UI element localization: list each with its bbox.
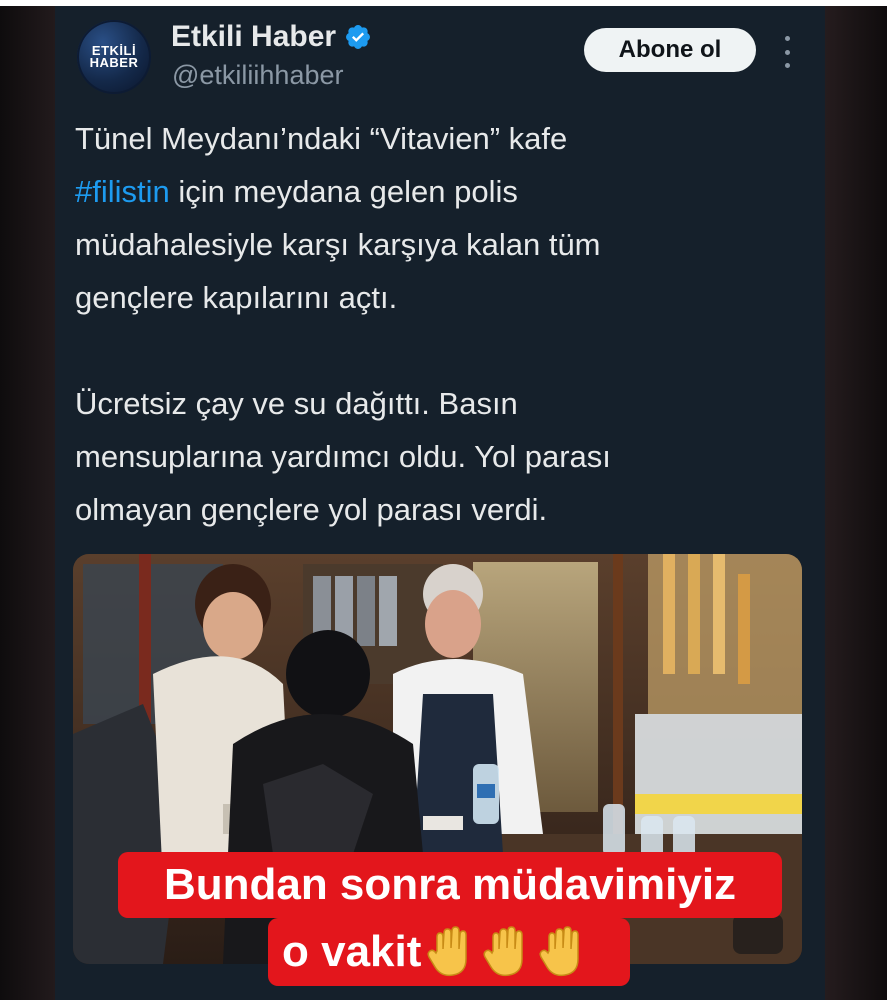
avatar[interactable]: ETKİLİ HABER [77,20,151,94]
tweet-paragraph-1: Tünel Meydanı’ndaki “Vitavien” kafe #fil… [75,112,805,324]
caption-line-2-text: o vakit [282,927,422,976]
caption-line-1: Bundan sonra müdavimiyiz [118,852,782,918]
text-line: için meydana gelen polis [169,174,518,209]
text-line: gençlere kapılarını açtı. [75,280,398,315]
raised-hand-icon [483,926,524,977]
text-line: Ücretsiz çay ve su dağıttı. Basın [75,386,518,421]
avatar-logo-text-2: HABER [89,55,139,70]
tweet-paragraph-2: Ücretsiz çay ve su dağıttı. Basın mensup… [75,377,805,536]
left-backdrop [0,6,55,1000]
text-line: Tünel Meydanı’ndaki “Vitavien” kafe [75,121,568,156]
caption-line-2: o vakit [268,918,630,986]
user-handle[interactable]: @etkiliihhaber [172,60,344,91]
follow-button[interactable]: Abone ol [584,28,756,72]
tweet-card[interactable]: ETKİLİ HABER Etkili Haber @etkiliihhaber… [55,6,825,1000]
tweet-text: Tünel Meydanı’ndaki “Vitavien” kafe #fil… [75,112,805,536]
hand-icons [425,925,587,979]
text-line: müdahalesiyle karşı karşıya kalan tüm [75,227,601,262]
name-row: Etkili Haber [171,20,372,54]
more-options-icon[interactable] [779,36,795,68]
text-line: olmayan gençlere yol parası verdi. [75,492,548,527]
text-line: mensuplarına yardımcı oldu. Yol parası [75,439,611,474]
right-backdrop [825,6,887,1000]
display-name[interactable]: Etkili Haber [171,20,336,54]
raised-hand-icon [427,926,468,977]
raised-hand-icon [539,926,580,977]
hashtag-link[interactable]: #filistin [75,174,170,209]
verified-badge-icon [346,25,371,49]
